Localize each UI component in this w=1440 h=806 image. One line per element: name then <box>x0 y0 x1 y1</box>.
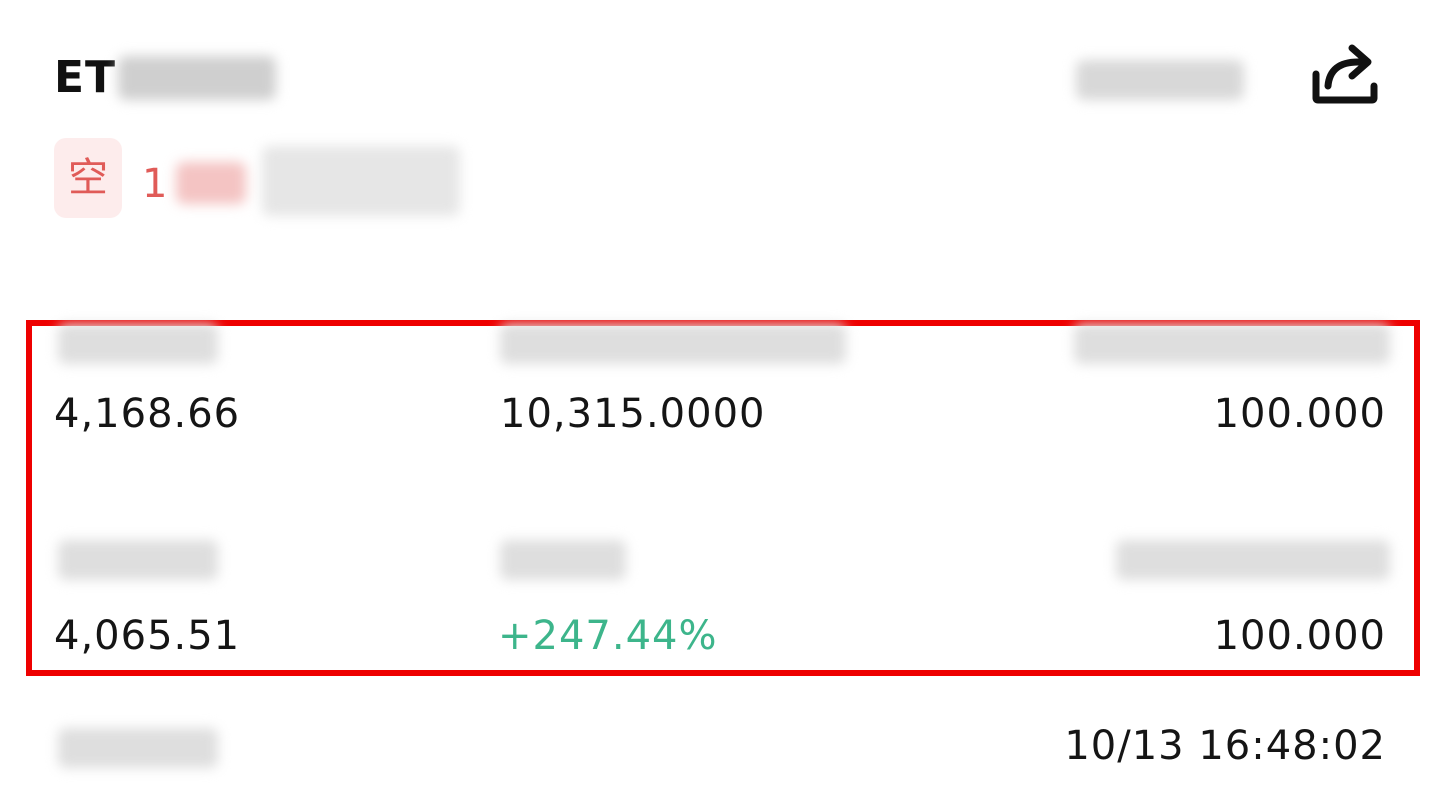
leverage-text-obscured <box>176 162 246 204</box>
trading-pair-title: ET <box>54 52 117 103</box>
header-right-text-obscured <box>1076 60 1244 100</box>
row1-col3-value: 100.000 <box>1213 391 1386 437</box>
row2-col1-label-obscured <box>58 540 218 580</box>
share-icon <box>1312 44 1378 104</box>
row1-col2-value: 10,315.0000 <box>500 391 766 437</box>
leverage-text: 1 <box>142 161 169 207</box>
row1-col1-value: 4,168.66 <box>54 391 241 437</box>
trading-pair-title-obscured <box>118 56 276 100</box>
row2-col1-value: 4,065.51 <box>54 613 241 659</box>
footer-label-obscured <box>58 728 218 768</box>
footer-time-value: 10/13 16:48:02 <box>1064 723 1386 769</box>
row2-col2-value: +247.44% <box>498 613 718 659</box>
row1-col2-label-obscured <box>500 324 846 364</box>
margin-mode-obscured <box>262 146 460 216</box>
row1-col3-label-obscured <box>1074 324 1390 364</box>
share-button[interactable] <box>1306 40 1384 108</box>
row2-col2-label-obscured <box>500 540 626 580</box>
row2-col3-label-obscured <box>1116 540 1390 580</box>
short-side-badge: 空 <box>54 138 122 218</box>
row2-col3-value: 100.000 <box>1213 613 1386 659</box>
row1-col1-label-obscured <box>58 324 218 364</box>
